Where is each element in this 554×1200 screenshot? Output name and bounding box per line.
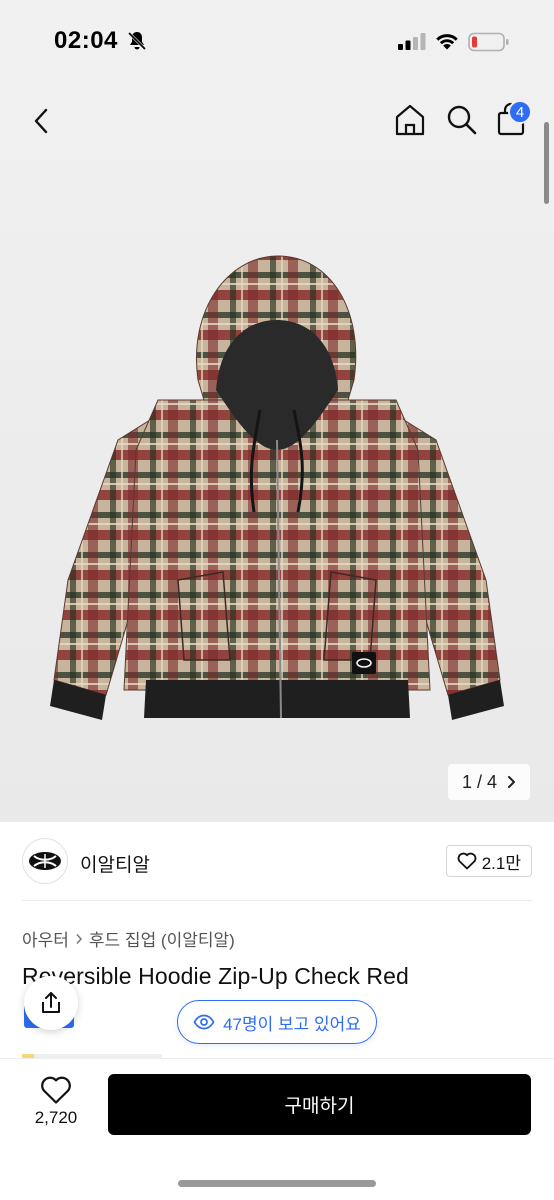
brand-row[interactable]: 이알티알 2.1만 xyxy=(0,822,554,902)
viewers-pill: 47명이 보고 있어요 xyxy=(177,1000,377,1044)
back-button[interactable] xyxy=(26,104,56,138)
share-button[interactable] xyxy=(24,976,78,1030)
chevron-right-icon xyxy=(508,776,515,788)
wishlist-count: 2,720 xyxy=(34,1108,78,1127)
search-icon xyxy=(447,105,477,135)
brand-like-button[interactable]: 2.1만 xyxy=(445,845,532,877)
eye-icon xyxy=(193,1014,215,1030)
battery-icon xyxy=(468,32,509,52)
share-icon xyxy=(42,992,60,1013)
search-button[interactable] xyxy=(444,102,480,138)
wifi-icon xyxy=(436,34,458,50)
status-time: 02:04 xyxy=(54,27,118,54)
divider xyxy=(22,900,532,901)
product-image-gallery[interactable]: 02:04 4 1 / 4 xyxy=(0,0,554,822)
image-counter-button[interactable]: 1 / 4 xyxy=(447,764,530,800)
buy-button[interactable]: 구매하기 xyxy=(108,1074,531,1135)
brand-logo[interactable] xyxy=(22,838,68,884)
brand-like-count: 2.1만 xyxy=(481,853,521,873)
product-image-hoodie xyxy=(50,255,504,720)
breadcrumb: 아우터 후드 집업 (이알티알) xyxy=(22,926,235,951)
chevron-left-icon xyxy=(34,108,48,134)
home-icon xyxy=(395,104,425,136)
brand-logo-icon xyxy=(29,852,61,870)
scroll-indicator xyxy=(544,122,549,204)
breadcrumb-category[interactable]: 아우터 xyxy=(22,926,69,951)
status-bar: 02:04 xyxy=(0,0,554,84)
product-title: Reversible Hoodie Zip-Up Check Red xyxy=(22,963,409,989)
bell-off-icon xyxy=(127,31,147,51)
breadcrumb-subcategory[interactable]: 후드 집업 (이알티알) xyxy=(89,926,235,951)
heart-icon xyxy=(457,852,477,870)
cart-count-badge: 4 xyxy=(508,100,532,124)
viewers-text: 47명이 보고 있어요 xyxy=(223,1014,361,1034)
image-counter-text: 1 / 4 xyxy=(461,771,497,792)
wishlist-heart-icon[interactable] xyxy=(40,1075,72,1105)
home-button[interactable] xyxy=(392,102,428,138)
chevron-right-icon xyxy=(76,933,82,944)
brand-name[interactable]: 이알티알 xyxy=(80,850,150,877)
home-indicator xyxy=(178,1180,376,1187)
signal-icon xyxy=(398,33,426,50)
